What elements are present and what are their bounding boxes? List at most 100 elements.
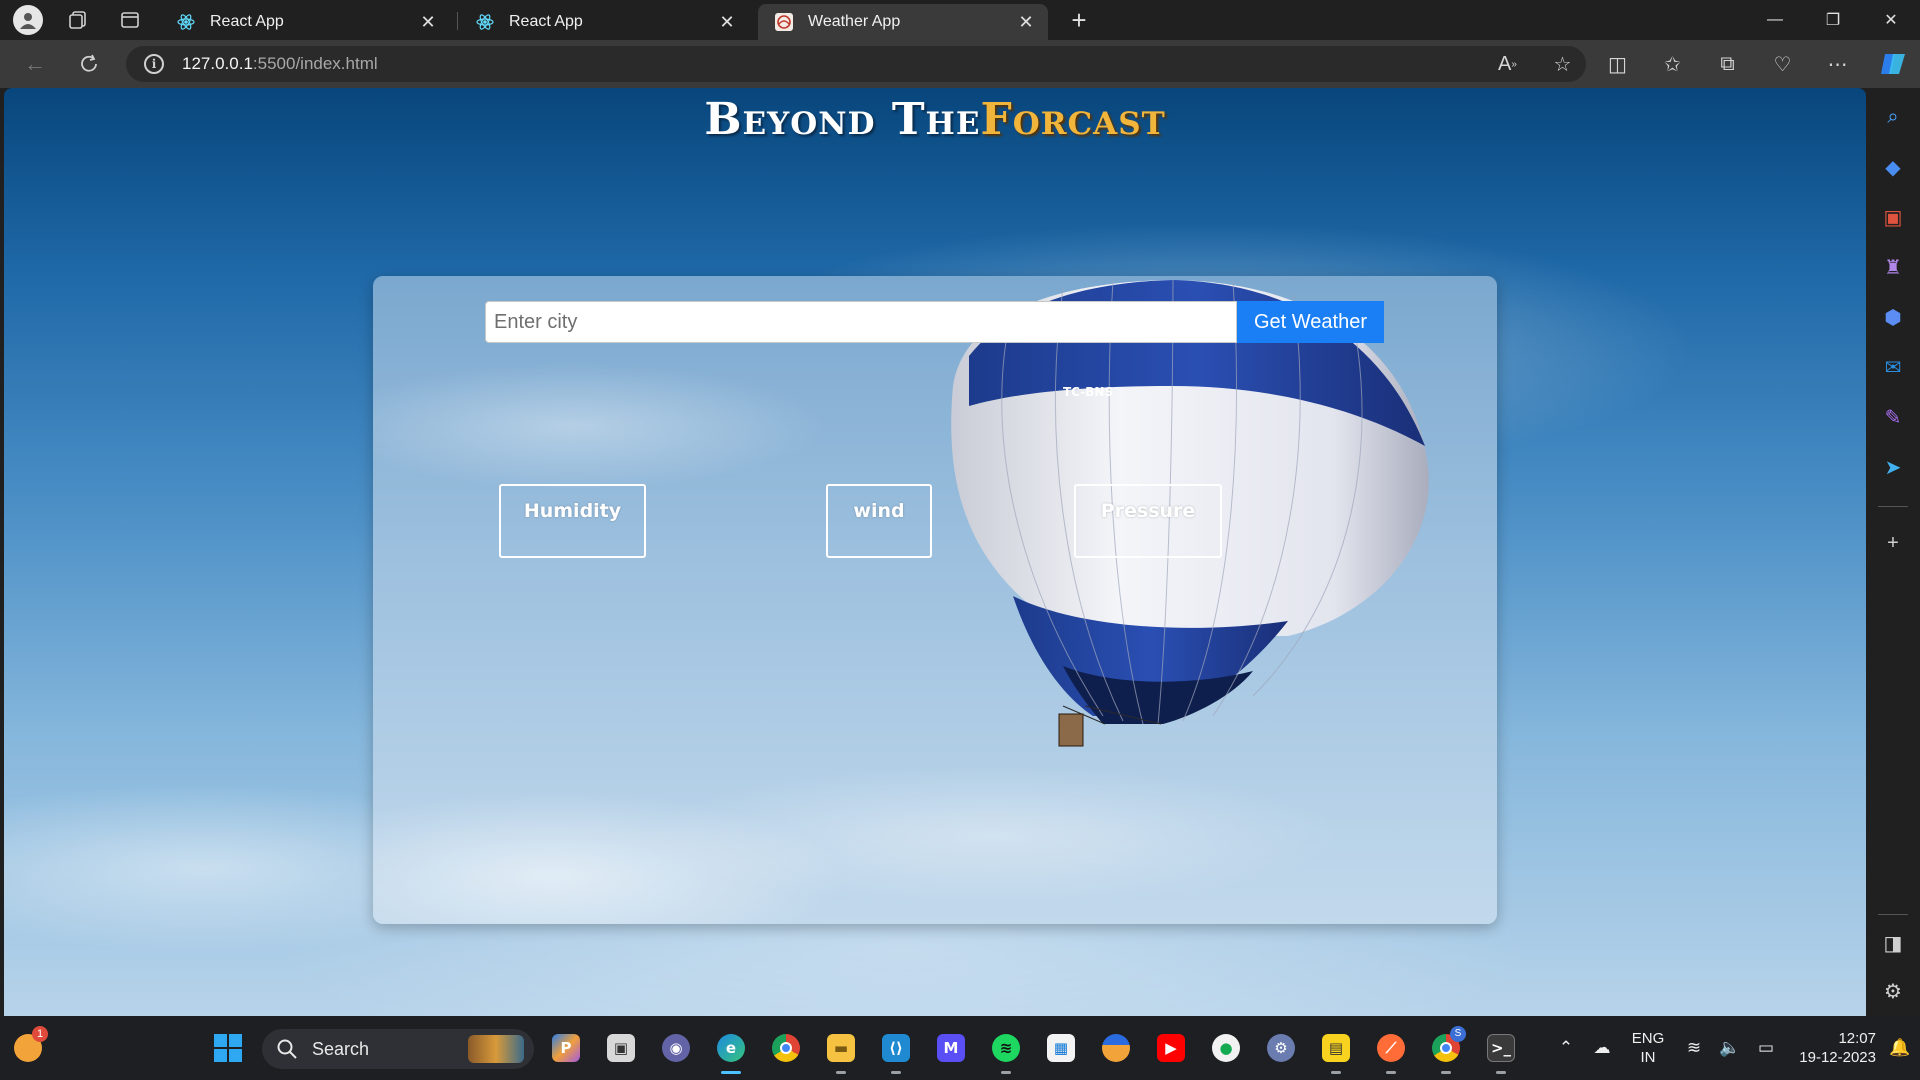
close-tab-icon[interactable]: ✕ (418, 12, 438, 32)
file-explorer-icon[interactable]: ▬ (823, 1030, 859, 1074)
chrome-profile-icon[interactable]: S (1428, 1026, 1466, 1074)
games-icon[interactable]: ♜ (1878, 252, 1908, 282)
close-window-icon[interactable]: ✕ (1862, 0, 1920, 40)
running-indicator (836, 1071, 846, 1074)
chrome-icon[interactable] (768, 1030, 804, 1066)
url-path: :5500/index.html (252, 54, 378, 73)
battery-icon[interactable]: ▭ (1748, 1016, 1784, 1080)
back-arrow-icon[interactable]: ← (10, 44, 60, 84)
tab-react-app-1[interactable]: React App ✕ (160, 4, 450, 40)
react-icon (177, 14, 195, 30)
mongodb-compass-icon[interactable]: ● (1208, 1030, 1244, 1066)
running-indicator (1441, 1071, 1451, 1074)
profile-button[interactable] (8, 0, 48, 40)
sticky-notes-icon[interactable]: ▤ (1318, 1030, 1354, 1074)
running-indicator (891, 1071, 901, 1074)
copilot-icon[interactable] (1865, 40, 1920, 88)
search-row: Get Weather (485, 301, 1384, 343)
url-field[interactable]: i 127.0.0.1:5500/index.html (126, 46, 1586, 82)
favorites-icon[interactable]: ✩ (1645, 40, 1700, 88)
sidebar-settings-icon[interactable]: ⚙ (1878, 976, 1908, 1006)
notification-bell-icon[interactable]: 🔔 (1880, 1016, 1920, 1080)
tab-title: Weather App (808, 13, 901, 30)
pressure-box: Pressure (1074, 484, 1222, 558)
vscode-icon[interactable]: ⟨⟩ (878, 1030, 914, 1074)
page-title: Beyond TheForcast (4, 94, 1866, 145)
react-icon (476, 14, 494, 30)
task-view-icon[interactable]: ▣ (603, 1030, 639, 1066)
search-icon[interactable]: ⌕ (1878, 102, 1908, 132)
read-aloud-icon[interactable]: A» (1480, 40, 1535, 88)
workspaces-icon[interactable] (58, 0, 98, 40)
taskbar-search[interactable]: Search (262, 1029, 534, 1069)
shopping-tag-icon[interactable]: ◆ (1878, 152, 1908, 182)
browser-essentials-icon[interactable]: ♡ (1755, 40, 1810, 88)
tab-bar: React App ✕ React App ✕ Weather App ✕ + … (0, 0, 1920, 40)
city-search-input[interactable] (485, 301, 1237, 343)
onedrive-icon[interactable]: ☁ (1584, 1016, 1620, 1080)
split-screen-icon[interactable]: ◫ (1590, 40, 1645, 88)
edge-sidebar: ⌕ ◆ ▣ ♜ ⬢ ✉ ✎ ➤ + ◨ ⚙ (1866, 88, 1920, 1016)
microsoft-365-icon[interactable]: ⬢ (1878, 302, 1908, 332)
taskbar-search-label: Search (312, 1038, 370, 1059)
page-viewport: Beyond TheForcast TC-BNS Enter city Get … (4, 88, 1866, 1016)
close-tab-icon[interactable]: ✕ (1016, 12, 1036, 32)
profile-badge: S (1450, 1026, 1466, 1042)
window-controls: — ❐ ✕ (1746, 0, 1920, 40)
balloon-registration: TC-BNS (1063, 385, 1113, 399)
terminal-icon[interactable]: >_ (1483, 1030, 1519, 1074)
hot-air-balloon-image: TC-BNS (951, 279, 1429, 747)
designer-icon[interactable]: ✎ (1878, 402, 1908, 432)
active-indicator (721, 1071, 741, 1074)
tools-icon[interactable]: ▣ (1878, 202, 1908, 232)
vertical-tabs-icon[interactable] (110, 0, 150, 40)
add-sidebar-app-icon[interactable]: + (1878, 528, 1908, 558)
get-weather-button[interactable]: Get Weather (1237, 301, 1384, 343)
powerapps-icon[interactable]: M (933, 1030, 969, 1066)
more-icon[interactable]: ⋯ (1810, 40, 1865, 88)
edge-browser-icon[interactable]: e (713, 1030, 749, 1074)
tab-title: React App (509, 13, 583, 30)
youtube-icon[interactable]: ▶ (1153, 1030, 1189, 1066)
collections-icon[interactable]: ⧉ (1700, 40, 1755, 88)
site-info-icon[interactable]: i (144, 54, 164, 74)
teams-chat-icon[interactable]: ◉ (658, 1030, 694, 1066)
toolbar-icons: A» ☆ ◫ ✩ ⧉ ♡ ⋯ (1480, 40, 1920, 88)
language-indicator[interactable]: ENG IN (1620, 1029, 1676, 1067)
title-part-gold: Forcast (980, 94, 1166, 145)
tab-divider (457, 12, 458, 30)
url-host: 127.0.0.1 (182, 54, 253, 73)
favorite-star-icon[interactable]: ☆ (1535, 40, 1590, 88)
running-indicator (1331, 1071, 1341, 1074)
hide-sidebar-icon[interactable]: ◨ (1878, 928, 1908, 958)
refresh-icon[interactable] (64, 44, 114, 84)
close-tab-icon[interactable]: ✕ (717, 12, 737, 32)
copilot-pre-icon[interactable]: P (548, 1030, 584, 1066)
minimize-icon[interactable]: — (1746, 0, 1804, 40)
widget-badge: 1 (32, 1026, 48, 1042)
volume-icon[interactable]: 🔈 (1712, 1016, 1748, 1080)
new-tab-icon[interactable]: + (1062, 4, 1096, 36)
microsoft-store-icon[interactable]: ▦ (1043, 1030, 1079, 1066)
title-part-white: Beyond The (704, 94, 981, 145)
tab-weather-app[interactable]: Weather App ✕ (758, 4, 1048, 40)
widgets-weather-icon[interactable]: 1 (10, 1026, 48, 1066)
medal-icon[interactable] (1098, 1030, 1134, 1066)
settings-icon[interactable]: ⚙ (1263, 1030, 1299, 1066)
spotify-icon[interactable]: ≋ (988, 1030, 1024, 1074)
drop-icon[interactable]: ➤ (1878, 452, 1908, 482)
start-button[interactable] (210, 1030, 246, 1066)
outlook-icon[interactable]: ✉ (1878, 352, 1908, 382)
address-bar: ← i 127.0.0.1:5500/index.html A» ☆ ◫ ✩ ⧉… (0, 40, 1920, 88)
running-indicator (1496, 1071, 1506, 1074)
search-highlight-icon (468, 1035, 524, 1063)
wifi-icon[interactable]: ≋ (1676, 1016, 1712, 1080)
restore-icon[interactable]: ❐ (1804, 0, 1862, 40)
chevron-up-icon[interactable]: ⌃ (1548, 1016, 1584, 1080)
tab-react-app-2[interactable]: React App ✕ (459, 4, 749, 40)
running-indicator (1001, 1071, 1011, 1074)
weather-card: TC-BNS Get Weather Humidity wind Pressur… (373, 276, 1497, 924)
search-icon (277, 1039, 297, 1059)
clock[interactable]: 12:07 19-12-2023 (1784, 1029, 1880, 1067)
postman-icon[interactable]: ⟋ (1373, 1030, 1409, 1074)
